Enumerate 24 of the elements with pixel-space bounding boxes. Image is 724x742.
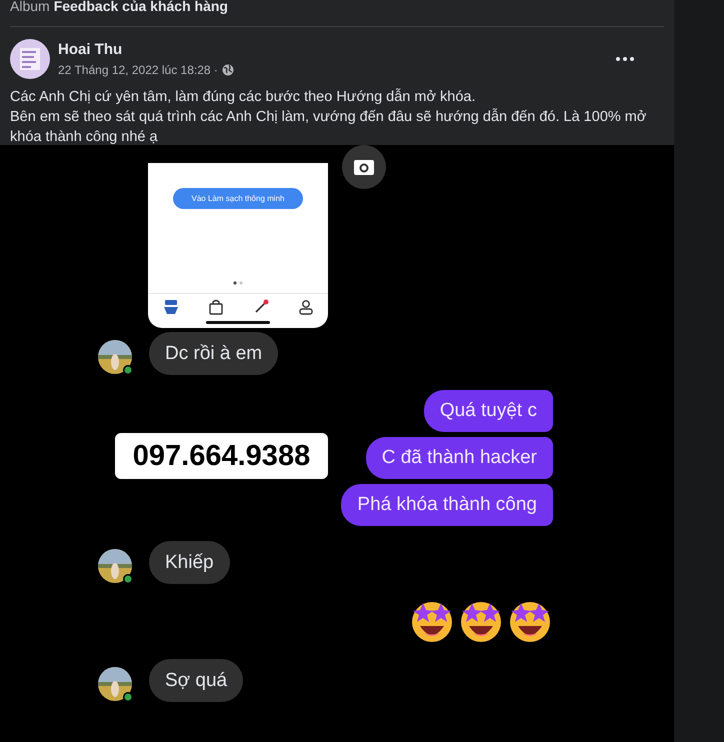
post-text: Các Anh Chị cứ yên tâm, làm đúng các bước theo Hướng dẫn mở khóa.	[10, 87, 476, 107]
camera-button-icon	[342, 145, 386, 189]
bag-icon	[208, 299, 224, 315]
message-bubble: C đã thành hacker	[366, 437, 553, 479]
author-link[interactable]: Hoai Thu	[58, 41, 602, 58]
person-icon	[298, 299, 314, 315]
timestamp-link[interactable]: 22 Tháng 12, 2022 lúc 18:28 ·	[58, 63, 218, 77]
message-bubble: Phá khóa thành công	[341, 484, 553, 526]
message-bubble: Khiếp	[149, 541, 230, 584]
message-bubble: Quá tuyệt c	[424, 390, 553, 432]
contact-avatar	[98, 549, 134, 585]
contact-avatar	[98, 667, 134, 703]
home-indicator	[206, 321, 270, 324]
more-icon	[616, 57, 634, 61]
message-bubble: Sợ quá	[149, 659, 244, 702]
phone-number-label: 097.664.9388	[115, 433, 328, 479]
profile-avatar[interactable]	[10, 39, 50, 79]
album-link[interactable]: Feedback của khách hàng	[54, 0, 228, 13]
globe-icon	[222, 64, 234, 76]
post-text: Bên em sẽ theo sát quá trình các Anh Chị làm, vướng đến đâu sẽ hướng dẫn đến đó. Là 100% mở khóa thành công nhé ạ	[10, 107, 648, 147]
message-bubble: Dc rồi à em	[149, 332, 278, 375]
contact-avatar	[98, 340, 134, 376]
page-dots-icon	[232, 281, 244, 285]
album-label: Album	[10, 0, 50, 13]
